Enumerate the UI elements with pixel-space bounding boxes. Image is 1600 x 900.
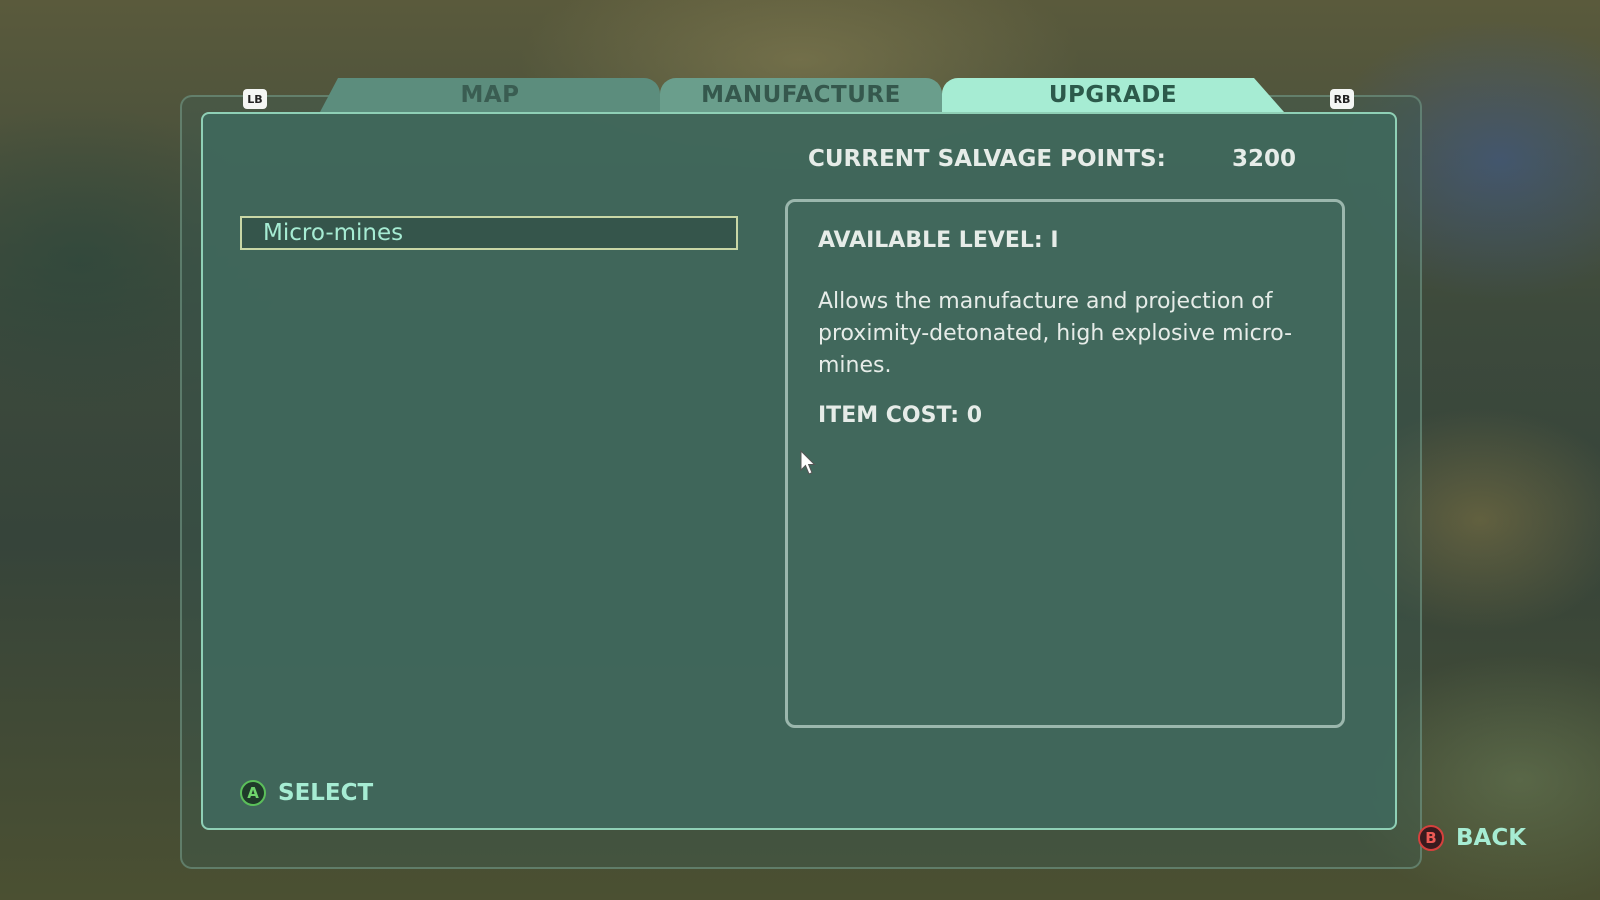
available-level: AVAILABLE LEVEL: I — [818, 228, 1059, 253]
tab-upgrade[interactable]: UPGRADE — [942, 78, 1284, 112]
b-button-icon: B — [1418, 825, 1444, 851]
tab-bar: MAP MANUFACTURE UPGRADE — [320, 78, 1284, 112]
a-button-icon: A — [240, 780, 266, 806]
tab-manufacture[interactable]: MANUFACTURE — [660, 78, 942, 112]
lb-bumper-icon[interactable]: LB — [243, 89, 267, 109]
item-cost: ITEM COST: 0 — [818, 403, 983, 428]
list-item-label: Micro-mines — [263, 220, 404, 246]
salvage-points-value: 3200 — [1231, 146, 1296, 172]
select-prompt[interactable]: A SELECT — [240, 780, 373, 806]
select-label: SELECT — [278, 780, 374, 806]
rb-bumper-icon[interactable]: RB — [1330, 89, 1354, 109]
salvage-points-label: CURRENT SALVAGE POINTS: — [808, 146, 1166, 172]
back-label: BACK — [1456, 825, 1527, 851]
list-item-micro-mines[interactable]: Micro-mines — [240, 216, 738, 250]
mouse-cursor-icon — [800, 450, 816, 475]
upgrade-details-box: AVAILABLE LEVEL: I Allows the manufactur… — [785, 199, 1345, 728]
tab-map[interactable]: MAP — [320, 78, 660, 112]
back-prompt[interactable]: B BACK — [1418, 825, 1526, 851]
upgrade-list: Micro-mines — [240, 216, 738, 250]
upgrade-description: Allows the manufacture and projection of… — [818, 289, 1293, 378]
